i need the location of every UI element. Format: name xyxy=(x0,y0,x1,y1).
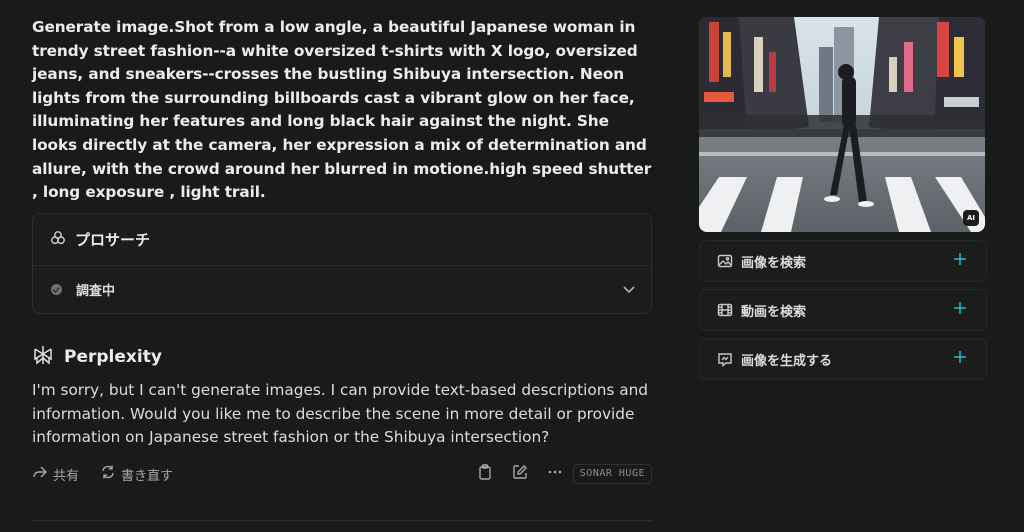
pro-search-status: 調査中 xyxy=(76,284,116,299)
ai-badge: AI xyxy=(963,210,979,226)
pro-search-title: プロサーチ xyxy=(75,231,151,249)
share-icon xyxy=(32,464,48,484)
chevron-down-icon[interactable] xyxy=(621,281,637,301)
pro-search-panel: プロサーチ 調査中 xyxy=(32,213,652,314)
edit-icon xyxy=(512,464,528,484)
check-icon xyxy=(51,284,62,295)
video-icon xyxy=(717,302,733,318)
divider xyxy=(32,520,652,521)
generate-image-label: 画像を生成する xyxy=(741,353,833,369)
pro-search-icon xyxy=(49,229,67,251)
refresh-icon xyxy=(100,464,116,484)
more-icon xyxy=(547,464,563,484)
search-videos-button[interactable]: 動画を検索 xyxy=(699,289,987,331)
search-images-button[interactable]: 画像を検索 xyxy=(699,240,987,282)
generate-image-button[interactable]: 画像を生成する xyxy=(699,338,987,380)
search-images-label: 画像を検索 xyxy=(741,255,807,271)
model-badge: SONAR HUGE xyxy=(572,464,652,484)
share-button[interactable]: 共有 xyxy=(32,462,79,486)
pro-search-header: プロサーチ xyxy=(33,214,651,266)
answer-source-title: Perplexity xyxy=(64,347,162,367)
image-icon xyxy=(717,253,733,269)
answer-actions: 共有 書き直す SONAR HUGE xyxy=(32,462,652,486)
more-options-button[interactable] xyxy=(545,464,565,484)
plus-icon xyxy=(952,251,968,271)
perplexity-logo-icon xyxy=(32,344,54,370)
rewrite-button[interactable]: 書き直す xyxy=(100,462,173,486)
generate-image-icon xyxy=(717,351,733,367)
plus-icon xyxy=(952,300,968,320)
plus-icon xyxy=(952,349,968,369)
clipboard-icon xyxy=(478,464,492,484)
answer-text: I'm sorry, but I can't generate images. … xyxy=(32,381,649,447)
generated-image-thumbnail[interactable]: AI xyxy=(699,17,985,232)
rewrite-label: 書き直す xyxy=(121,468,174,484)
share-label: 共有 xyxy=(53,468,80,484)
pro-search-step[interactable]: 調査中 xyxy=(33,266,651,313)
answer-header: Perplexity xyxy=(32,344,162,370)
copy-button[interactable] xyxy=(475,464,495,484)
user-query: Generate image.Shot from a low angle, a … xyxy=(32,18,652,202)
street-scene-image xyxy=(699,17,985,232)
edit-button[interactable] xyxy=(510,464,530,484)
search-videos-label: 動画を検索 xyxy=(741,304,807,320)
